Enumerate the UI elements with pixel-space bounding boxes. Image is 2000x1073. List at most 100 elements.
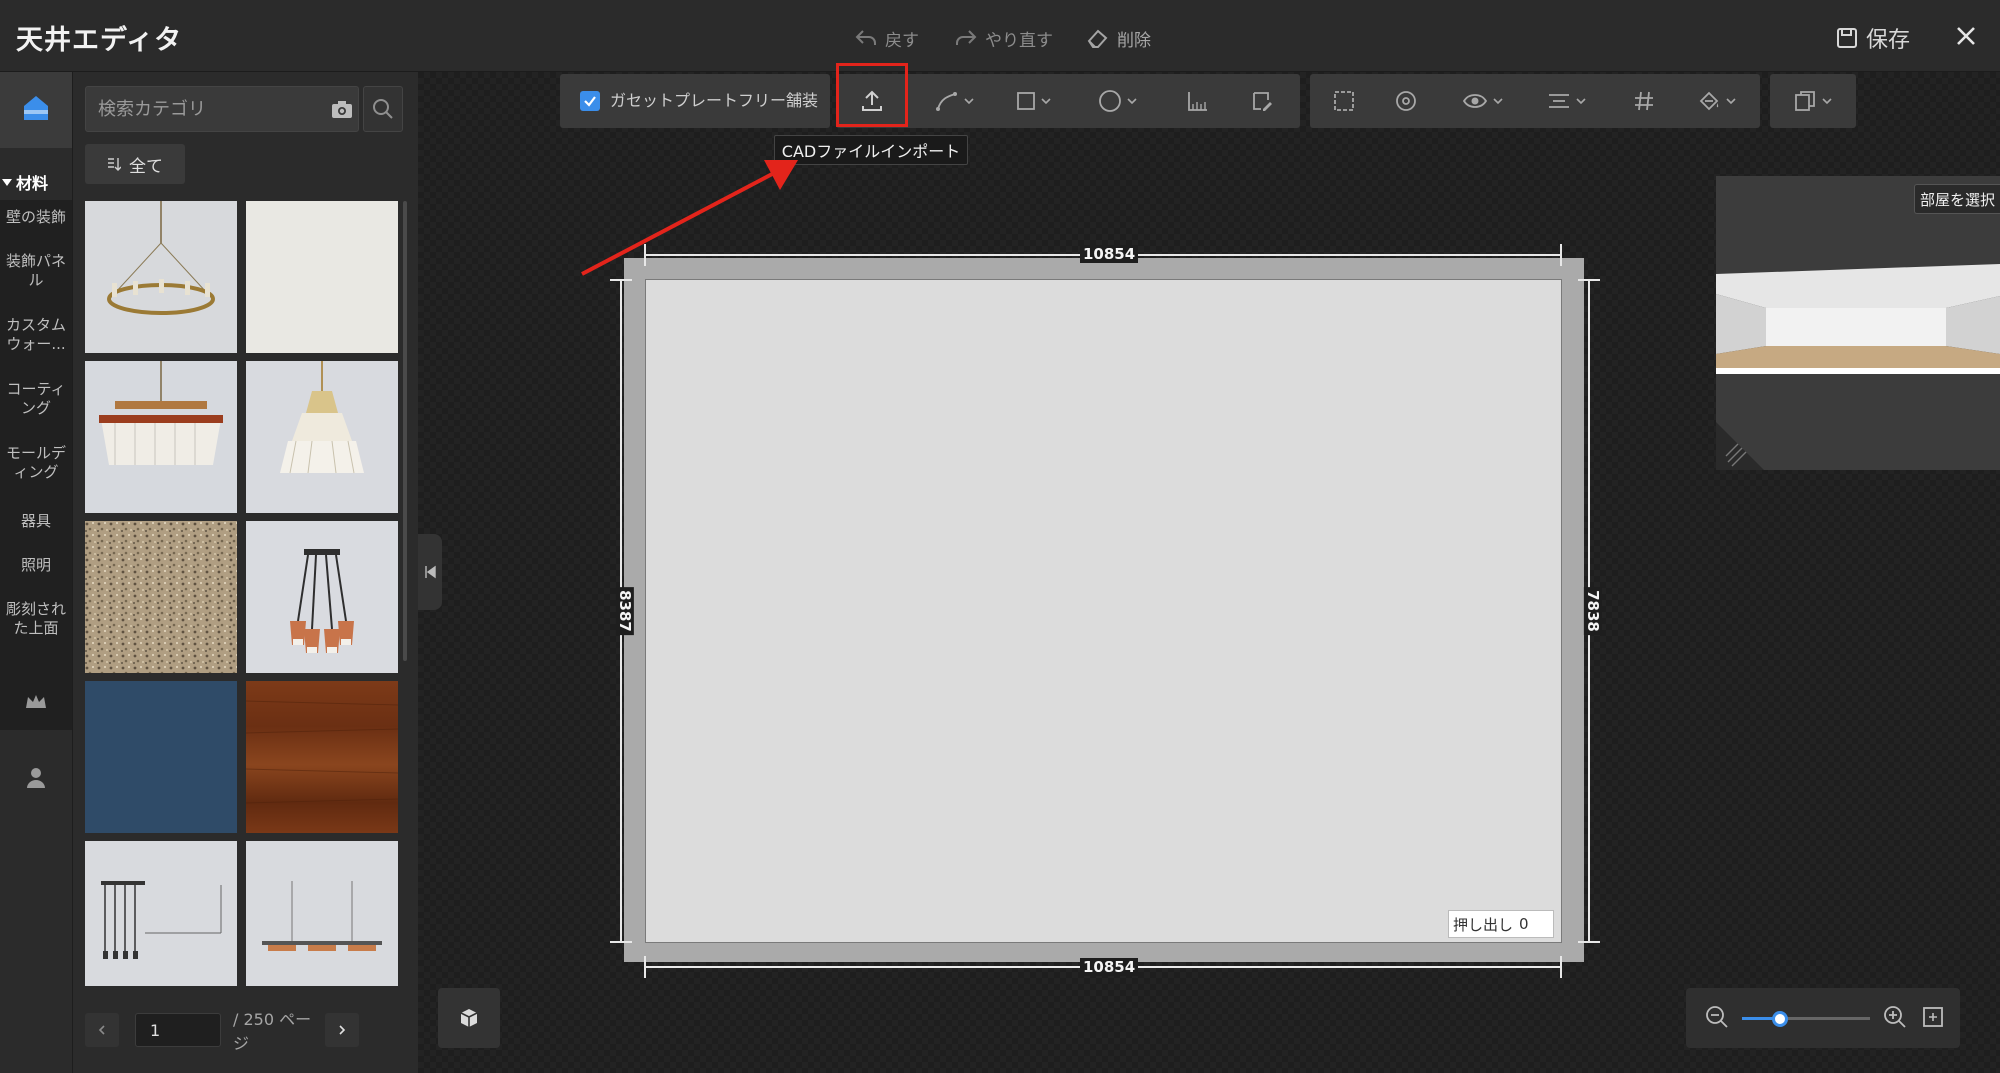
search-icon[interactable] — [363, 86, 403, 132]
measure-tool[interactable] — [1176, 74, 1220, 128]
drop-pendant-bar-image — [85, 841, 237, 986]
draw-rectangle-tool[interactable] — [1002, 74, 1066, 128]
material-thumbnail[interactable] — [85, 681, 237, 833]
delete-button[interactable]: 削除 — [1085, 24, 1151, 52]
material-thumbnail[interactable] — [246, 521, 398, 673]
gusset-label: ガセットプレートフリー舗装 — [610, 91, 819, 110]
draw-curve-tool[interactable] — [920, 74, 990, 128]
subcategory-item[interactable]: コーティング — [0, 380, 72, 418]
subcategory-item[interactable]: 壁の装飾 — [0, 208, 72, 227]
edit-region-icon — [1253, 92, 1272, 111]
filter-all-button[interactable]: 全て — [85, 144, 185, 184]
subcategory-list: 壁の装飾 装飾パネル カスタムウォー... コーティング モールディング 器具 … — [0, 200, 72, 730]
zoom-in-icon[interactable] — [1882, 1004, 1908, 1030]
user-icon — [27, 768, 45, 788]
grid-hash-icon — [1635, 91, 1653, 111]
material-thumbnail[interactable] — [85, 361, 237, 513]
close-icon[interactable] — [1950, 20, 1982, 52]
paint-tool[interactable] — [1682, 74, 1752, 128]
chevron-down-icon — [1493, 98, 1503, 105]
layout-tool[interactable] — [1780, 74, 1846, 128]
walnut-wood-image — [246, 681, 398, 833]
plain-white-panel-image — [246, 201, 398, 353]
chevron-down-icon — [1127, 98, 1137, 105]
visibility-tool[interactable] — [1448, 74, 1518, 128]
material-thumbnail[interactable] — [246, 201, 398, 353]
title-bar: 天井エディタ 戻す やり直す 削除 保存 — [0, 0, 2000, 72]
zoom-slider-handle[interactable] — [1772, 1011, 1788, 1027]
material-thumbnail[interactable] — [85, 521, 237, 673]
align-tool[interactable] — [1532, 74, 1602, 128]
undo-icon — [855, 30, 876, 45]
undo-button[interactable]: 戻す — [853, 24, 919, 52]
subcategory-item[interactable]: 照明 — [0, 556, 72, 575]
room-ceiling-area[interactable] — [645, 279, 1562, 943]
subcategory-item[interactable]: 彫刻された上面 — [0, 600, 72, 638]
rail-item-account[interactable] — [16, 758, 56, 798]
cad-import-highlight — [836, 63, 908, 127]
speckled-granite-image — [85, 521, 237, 673]
dimension-tick — [1560, 956, 1562, 978]
dimension-top-label: 10854 — [1080, 245, 1139, 263]
toolbar-layout-group — [1770, 74, 1856, 128]
delete-label: 削除 — [1117, 30, 1151, 51]
subcategory-item[interactable]: 装飾パネル — [0, 252, 72, 290]
chevron-left-icon — [98, 1025, 105, 1035]
next-page-button[interactable] — [325, 1013, 359, 1047]
subcategory-item[interactable]: 器具 — [0, 512, 72, 531]
point-marker-tool[interactable] — [1382, 74, 1430, 128]
collapse-panel-button[interactable] — [418, 534, 442, 610]
filter-all-label: 全て — [129, 156, 163, 177]
material-thumbnail[interactable] — [85, 201, 237, 353]
material-grid — [85, 201, 403, 986]
subcategory-item[interactable]: カスタムウォー... — [0, 316, 72, 354]
save-button[interactable]: 保存 — [1836, 22, 1910, 54]
room-3d-preview[interactable] — [1716, 176, 2000, 470]
chevron-down-icon — [1822, 98, 1832, 105]
material-thumbnail[interactable] — [85, 841, 237, 986]
crown-icon — [26, 695, 46, 708]
toolbar-gusset-group: ガセットプレートフリー舗装 — [560, 74, 830, 128]
undo-label: 戻す — [885, 30, 919, 51]
copper-pendant-cluster-image — [246, 521, 398, 673]
chevron-down-icon — [1041, 98, 1051, 105]
edit-region-tool[interactable] — [1240, 74, 1284, 128]
room-select-button[interactable]: 部屋を選択 — [1914, 184, 2000, 214]
crystal-linear-chandelier-image — [85, 361, 237, 513]
rail-item-materials[interactable] — [0, 72, 72, 148]
select-area-tool[interactable] — [1320, 74, 1368, 128]
page-number-input[interactable] — [135, 1013, 221, 1047]
grid-scrollbar[interactable] — [403, 201, 407, 661]
eraser-icon — [1087, 29, 1108, 48]
category-header-label: 材料 — [16, 174, 49, 193]
grid-toggle[interactable] — [1620, 74, 1668, 128]
draw-circle-tool[interactable] — [1086, 74, 1150, 128]
page-total: / 250 ページ — [233, 1010, 312, 1053]
material-thumbnail[interactable] — [246, 361, 398, 513]
material-thumbnail[interactable] — [246, 841, 398, 986]
redo-button[interactable]: やり直す — [953, 24, 1053, 52]
subcategory-item[interactable]: モールディング — [0, 444, 72, 482]
dimension-tick — [1578, 279, 1600, 281]
search-input[interactable] — [98, 87, 298, 131]
dimension-left-label: 8387 — [615, 587, 634, 635]
view-3d-button[interactable] — [438, 988, 500, 1048]
chevron-down-icon — [964, 98, 974, 105]
extrude-field[interactable]: 押し出し 0 — [1448, 910, 1554, 938]
check-icon — [584, 96, 596, 107]
dimension-right-label: 7838 — [1583, 587, 1602, 635]
material-thumbnail[interactable] — [246, 681, 398, 833]
linear-suspension-light-image — [246, 841, 398, 986]
camera-icon[interactable] — [330, 98, 354, 120]
category-header[interactable]: 材料 — [0, 162, 72, 202]
ruler-icon — [1188, 92, 1207, 111]
fit-screen-icon[interactable] — [1922, 1006, 1944, 1028]
gusset-checkbox[interactable] — [580, 91, 600, 111]
collapse-left-icon — [425, 565, 436, 579]
rectangle-icon — [1017, 92, 1035, 110]
rail-item-premium[interactable] — [16, 682, 56, 722]
app-title: 天井エディタ — [16, 25, 183, 56]
zoom-out-icon[interactable] — [1704, 1004, 1730, 1030]
extrude-value: 0 — [1519, 915, 1529, 933]
prev-page-button[interactable] — [85, 1013, 119, 1047]
